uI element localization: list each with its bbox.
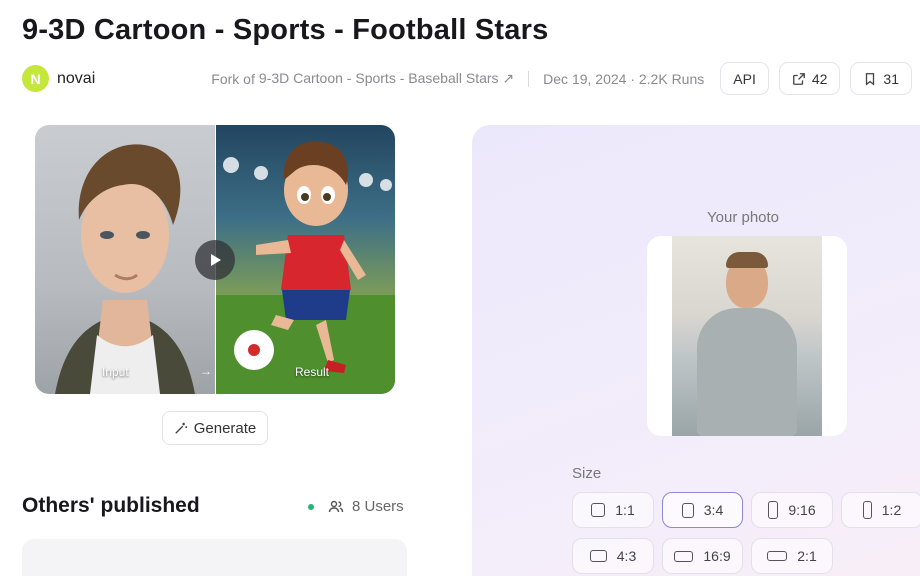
size-option-1-2[interactable]: 1:2 [841, 492, 920, 528]
tall-rect-icon [768, 501, 779, 519]
tall-rect-icon [862, 501, 872, 519]
size-option-label: 3:4 [703, 502, 724, 518]
users-label: 8 Users [352, 498, 404, 515]
generate-button[interactable]: Generate [162, 411, 268, 445]
published-card[interactable] [22, 539, 407, 576]
avatar[interactable]: N [22, 65, 49, 92]
input-image [35, 125, 215, 394]
wide-rect-icon [767, 551, 788, 561]
portrait-rect-icon [681, 502, 694, 518]
fork-prefix: Fork of [211, 70, 255, 87]
result-image [216, 125, 395, 394]
users-count[interactable]: 8 Users [308, 498, 404, 515]
status-dot [308, 503, 314, 510]
share-count: 42 [811, 70, 828, 87]
play-button[interactable] [195, 240, 235, 280]
author[interactable]: N novai [22, 65, 95, 92]
others-published-title: Others' published [22, 494, 200, 517]
share-icon [792, 72, 805, 85]
meta-bar: Fork of 9-3D Cartoon - Sports - Baseball… [211, 62, 912, 95]
photo-body [697, 308, 797, 436]
magic-wand-icon [175, 422, 187, 434]
square-icon [591, 503, 606, 517]
wide-rect-icon [674, 550, 694, 562]
arrow-icon: → [200, 364, 212, 378]
bookmark-count: 31 [883, 70, 899, 87]
size-option-4-3[interactable]: 4:3 [572, 538, 654, 574]
size-option-1-1[interactable]: 1:1 [572, 492, 654, 528]
fork-link[interactable]: 9-3D Cartoon - Sports - Baseball Stars ↗ [259, 70, 514, 87]
size-option-2-1[interactable]: 2:1 [751, 538, 833, 574]
author-name[interactable]: novai [57, 70, 95, 88]
page: 9-3D Cartoon - Sports - Football Stars N… [0, 0, 920, 576]
result-label: Result [295, 365, 330, 379]
photo-hair [726, 252, 768, 268]
input-label: Input [102, 365, 129, 379]
your-photo-image[interactable] [672, 236, 822, 436]
bookmark-button[interactable]: 31 [850, 62, 912, 95]
page-title: 9-3D Cartoon - Sports - Football Stars [22, 14, 549, 46]
size-option-label: 4:3 [616, 548, 637, 564]
size-option-9-16[interactable]: 9:16 [751, 492, 833, 528]
date-runs: Dec 19, 2024 · 2.2K Runs [543, 70, 705, 87]
landscape-rect-icon [589, 550, 607, 562]
size-option-label: 2:1 [797, 548, 817, 564]
size-option-label: 16:9 [703, 548, 731, 564]
api-label: API [733, 70, 756, 87]
generate-label: Generate [193, 419, 257, 437]
cartoon-illustration [216, 141, 395, 394]
bookmark-icon [866, 72, 875, 86]
divider [528, 70, 530, 87]
size-option-label: 1:1 [615, 502, 635, 518]
size-option-label: 1:2 [881, 502, 902, 518]
size-option-label: 9:16 [788, 502, 816, 518]
portrait-illustration [55, 144, 195, 394]
size-label: Size [572, 465, 602, 482]
play-icon [211, 254, 221, 266]
preview-media[interactable]: Input → Result [35, 125, 395, 394]
share-button[interactable]: 42 [778, 62, 841, 95]
users-icon [328, 500, 344, 512]
your-photo-label: Your photo [707, 209, 780, 226]
size-option-3-4[interactable]: 3:4 [662, 492, 743, 528]
size-option-16-9[interactable]: 16:9 [662, 538, 743, 574]
api-button[interactable]: API [720, 62, 769, 95]
